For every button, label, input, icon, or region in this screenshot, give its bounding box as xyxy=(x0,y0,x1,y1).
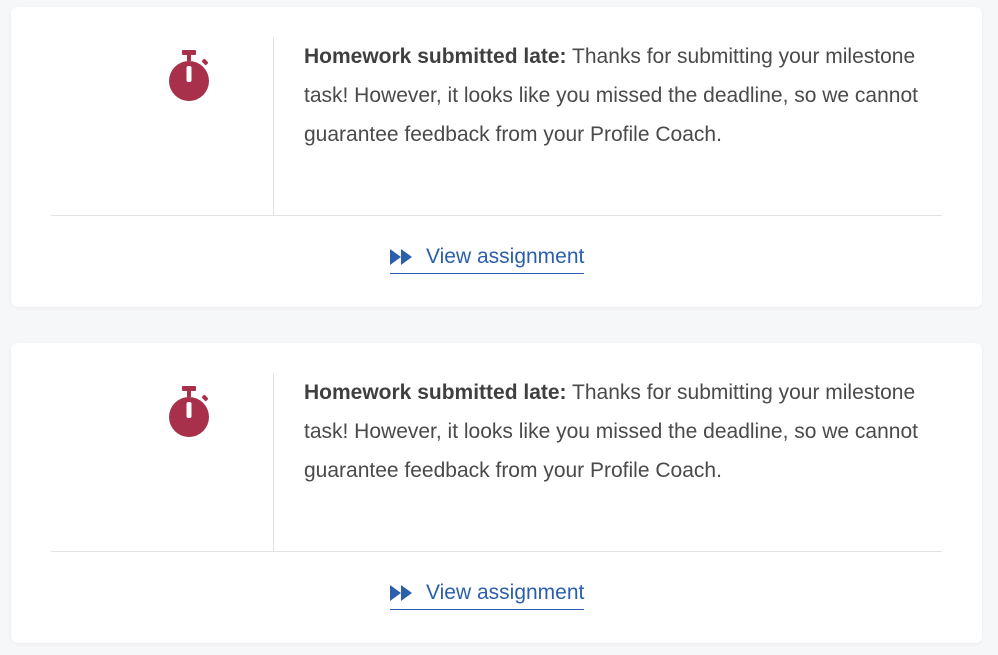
stopwatch-icon xyxy=(169,50,209,101)
notification-label: Homework submitted late: xyxy=(304,45,567,68)
divider xyxy=(51,215,942,216)
fast-forward-icon xyxy=(390,249,412,265)
icon-cell xyxy=(51,37,274,215)
view-assignment-label: View assignment xyxy=(426,581,585,604)
notification-message: Homework submitted late: Thanks for subm… xyxy=(304,37,954,154)
notification-message: Homework submitted late: Thanks for subm… xyxy=(304,373,954,490)
fast-forward-icon xyxy=(390,585,412,601)
divider xyxy=(51,551,942,552)
notification-card: Homework submitted late: Thanks for subm… xyxy=(11,343,982,643)
view-assignment-link[interactable]: View assignment xyxy=(390,577,585,610)
view-assignment-link[interactable]: View assignment xyxy=(390,241,585,274)
notification-card: Homework submitted late: Thanks for subm… xyxy=(11,7,982,307)
view-assignment-label: View assignment xyxy=(426,245,585,268)
notification-label: Homework submitted late: xyxy=(304,381,567,404)
icon-cell xyxy=(51,373,274,551)
stopwatch-icon xyxy=(169,386,209,437)
